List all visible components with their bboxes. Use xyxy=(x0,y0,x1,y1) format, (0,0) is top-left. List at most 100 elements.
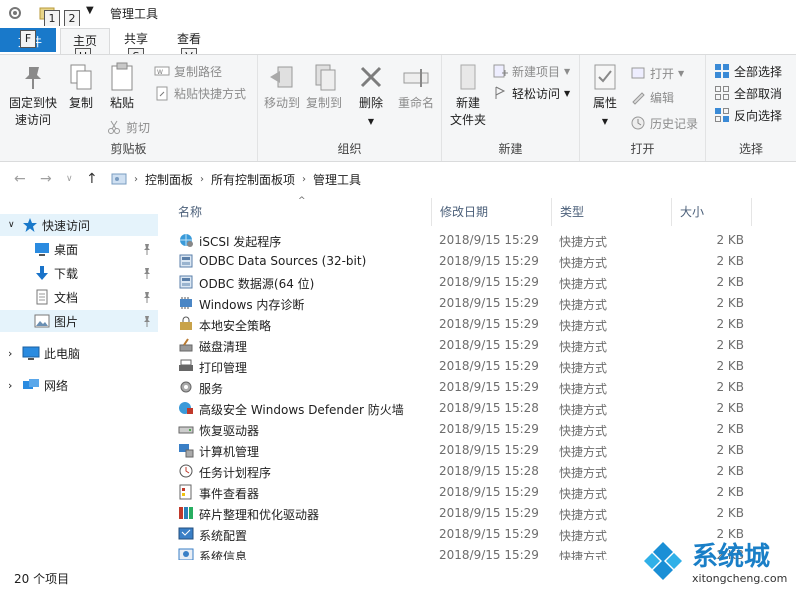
recent-locations-icon[interactable]: ∨ xyxy=(66,174,73,184)
column-header-date[interactable]: 修改日期 xyxy=(432,198,552,226)
breadcrumb[interactable]: › 控制面板 › 所有控制面板项 › 管理工具 xyxy=(106,168,796,190)
sidebar-item-quick-access[interactable]: ∨ 快速访问 xyxy=(0,214,158,236)
select-none-button[interactable]: 全部取消 xyxy=(714,83,782,103)
globe-gear-icon xyxy=(180,234,193,247)
pin-icon[interactable] xyxy=(142,267,152,279)
file-name: 高级安全 Windows Defender 防火墙 xyxy=(199,403,404,417)
rename-button[interactable]: 重命名 xyxy=(394,61,438,112)
sidebar-item-this-pc[interactable]: › 此电脑 xyxy=(0,342,158,364)
sidebar-item-downloads[interactable]: 下载 xyxy=(0,262,158,284)
copy-to-button[interactable]: 复制到 xyxy=(304,61,344,112)
properties-check-icon xyxy=(594,64,616,90)
delete-dropdown-icon[interactable]: ▼ xyxy=(368,117,374,126)
file-date: 2018/9/15 15:29 xyxy=(439,359,539,373)
select-all-button[interactable]: 全部选择 xyxy=(714,61,782,81)
table-row[interactable]: 高级安全 Windows Defender 防火墙 2018/9/15 15:28… xyxy=(170,398,770,419)
forward-arrow-icon[interactable]: → xyxy=(40,171,52,187)
file-date: 2018/9/15 15:28 xyxy=(439,401,539,415)
file-type: 快捷方式 xyxy=(559,529,608,543)
table-row[interactable]: 恢复驱动器 2018/9/15 15:29 快捷方式 2 KB xyxy=(170,419,770,440)
clipboard-icon xyxy=(111,62,133,91)
organize-group: 移动到 复制到 删除 ▼ 重命名 组织 xyxy=(258,55,442,161)
edit-button[interactable]: 编辑 xyxy=(630,87,674,107)
sidebar-item-desktop[interactable]: 桌面 xyxy=(0,238,158,260)
table-row[interactable]: Windows 内存诊断 2018/9/15 15:29 快捷方式 2 KB xyxy=(170,293,770,314)
network-icon xyxy=(23,379,39,389)
up-arrow-icon[interactable]: ↑ xyxy=(86,171,98,187)
properties-qa-icon[interactable] xyxy=(6,4,24,22)
file-date: 2018/9/15 15:29 xyxy=(439,527,539,541)
table-row[interactable]: 打印管理 2018/9/15 15:29 快捷方式 2 KB xyxy=(170,356,770,377)
table-row[interactable]: ODBC 数据源(64 位) 2018/9/15 15:29 快捷方式 2 KB xyxy=(170,272,770,293)
navigation-pane: ∨ 快速访问 桌面 下载 文档 图片 › 此电脑 › 网络 xyxy=(0,198,160,560)
open-button[interactable]: 打开 ▼ xyxy=(630,63,684,83)
table-row[interactable]: 事件查看器 2018/9/15 15:29 快捷方式 2 KB xyxy=(170,482,770,503)
sidebar-item-pictures[interactable]: 图片 xyxy=(0,310,158,332)
expand-chevron-icon[interactable]: › xyxy=(8,347,22,360)
breadcrumb-item-all-items[interactable]: 所有控制面板项 xyxy=(211,171,295,188)
qa-dropdown-icon[interactable]: ▼ xyxy=(86,5,94,16)
open-label: 打开 xyxy=(650,66,675,81)
file-type: 快捷方式 xyxy=(559,340,608,354)
sidebar-item-network[interactable]: › 网络 xyxy=(0,374,158,396)
table-row[interactable]: 服务 2018/9/15 15:29 快捷方式 2 KB xyxy=(170,377,770,398)
easy-access-button[interactable]: 轻松访问 ▼ xyxy=(492,83,570,103)
move-to-button[interactable]: 移动到 xyxy=(262,61,302,112)
pin-quick-access-button[interactable]: 固定到快 速访问 xyxy=(4,61,62,129)
paste-shortcut-button[interactable]: 粘贴快捷方式 xyxy=(154,83,246,103)
table-row[interactable]: iSCSI 发起程序 2018/9/15 15:29 快捷方式 2 KB xyxy=(170,230,770,251)
cut-button[interactable]: 剪切 xyxy=(106,117,150,137)
tab-share[interactable]: 共享 xyxy=(124,30,148,47)
invert-selection-button[interactable]: 反向选择 xyxy=(714,105,782,125)
delete-button[interactable]: 删除 ▼ xyxy=(354,61,388,129)
table-row[interactable]: 碎片整理和优化驱动器 2018/9/15 15:29 快捷方式 2 KB xyxy=(170,503,770,524)
delete-x-icon xyxy=(360,66,382,88)
copy-to-label: 复制到 xyxy=(305,96,342,110)
back-arrow-icon[interactable]: ← xyxy=(14,171,26,187)
sidebar-item-label: 桌面 xyxy=(54,242,79,257)
file-name: 服务 xyxy=(199,382,224,396)
table-row[interactable]: ODBC Data Sources (32-bit) 2018/9/15 15:2… xyxy=(170,251,770,272)
move-to-icon xyxy=(270,66,293,88)
sidebar-item-documents[interactable]: 文档 xyxy=(0,286,158,308)
easy-access-icon xyxy=(495,86,506,99)
column-header-label: 大小 xyxy=(680,205,705,219)
breadcrumb-item-admin-tools[interactable]: 管理工具 xyxy=(313,171,361,188)
breadcrumb-item-control-panel[interactable]: 控制面板 xyxy=(145,171,193,188)
paste-button[interactable]: 粘贴 xyxy=(104,61,140,112)
expand-chevron-icon[interactable]: › xyxy=(8,379,22,392)
paste-shortcut-icon xyxy=(156,86,168,101)
properties-button[interactable]: 属性 ▼ xyxy=(586,61,624,129)
new-folder-button[interactable]: 新建 文件夹 xyxy=(448,61,488,129)
copy-button[interactable]: 复制 xyxy=(64,61,98,112)
table-row[interactable]: 任务计划程序 2018/9/15 15:28 快捷方式 2 KB xyxy=(170,461,770,482)
file-date: 2018/9/15 15:29 xyxy=(439,296,539,310)
file-size: 2 KB xyxy=(716,275,744,289)
file-type: 快捷方式 xyxy=(559,508,608,522)
pin-icon[interactable] xyxy=(142,243,152,255)
table-row[interactable]: 计算机管理 2018/9/15 15:29 快捷方式 2 KB xyxy=(170,440,770,461)
file-size: 2 KB xyxy=(716,233,744,247)
file-type: 快捷方式 xyxy=(559,256,608,270)
tab-view[interactable]: 查看 xyxy=(177,30,201,47)
column-header-name[interactable]: 名称 xyxy=(170,198,432,226)
clock-icon xyxy=(179,464,193,478)
tab-share-label: 共享 xyxy=(124,32,149,46)
column-header-type[interactable]: 类型 xyxy=(552,198,672,226)
pin-icon[interactable] xyxy=(142,315,152,327)
table-row[interactable]: 本地安全策略 2018/9/15 15:29 快捷方式 2 KB xyxy=(170,314,770,335)
file-date: 2018/9/15 15:29 xyxy=(439,338,539,352)
properties-dropdown-icon[interactable]: ▼ xyxy=(602,117,608,126)
file-type: 快捷方式 xyxy=(559,361,608,375)
table-row[interactable]: 磁盘清理 2018/9/15 15:29 快捷方式 2 KB xyxy=(170,335,770,356)
copy-path-button[interactable]: W 复制路径 xyxy=(154,61,222,81)
file-date: 2018/9/15 15:28 xyxy=(439,464,539,478)
event-viewer-icon xyxy=(179,484,192,500)
new-item-button[interactable]: 新建项目 ▼ xyxy=(492,61,570,81)
pin-icon[interactable] xyxy=(142,291,152,303)
column-header-size[interactable]: 大小 xyxy=(672,198,752,226)
history-button[interactable]: 历史记录 xyxy=(630,113,698,133)
copy-path-label: 复制路径 xyxy=(174,64,223,79)
expand-chevron-icon[interactable]: ∨ xyxy=(8,220,22,230)
copy-path-icon: W xyxy=(154,66,170,76)
